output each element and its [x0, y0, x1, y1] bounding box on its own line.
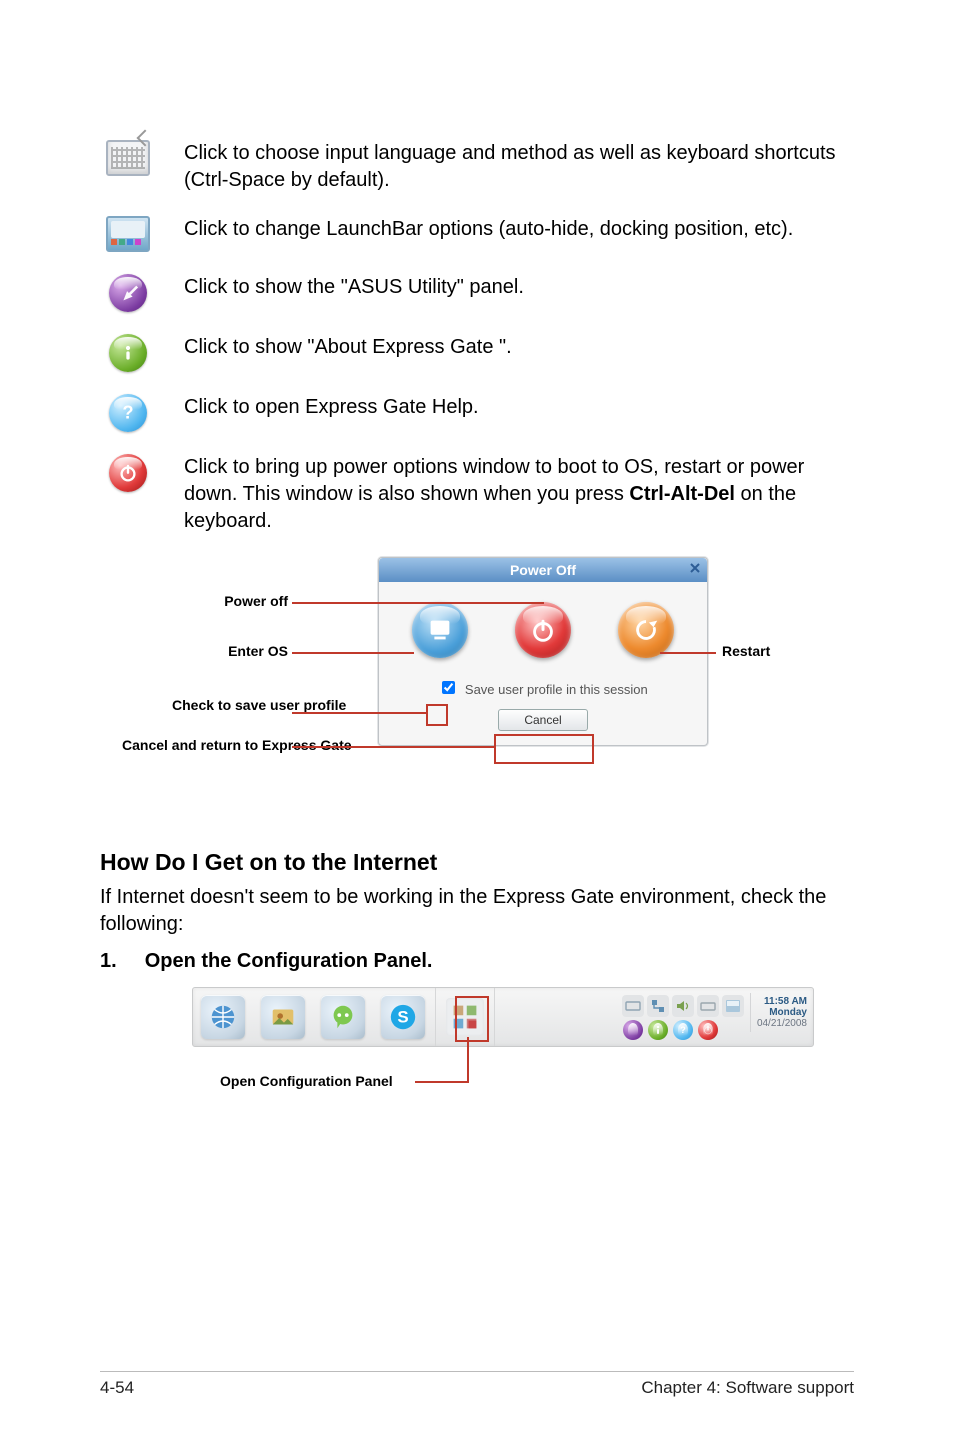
tray-info-icon[interactable]: [647, 1020, 669, 1042]
anno-enter-os: Enter OS: [196, 643, 288, 659]
close-icon[interactable]: [685, 560, 705, 580]
clock-date: 04/21/2008: [757, 1018, 807, 1029]
anno-cancel-return: Cancel and return to Express Gate: [122, 737, 288, 754]
row-help: ? Click to open Express Gate Help.: [100, 394, 854, 432]
asus-utility-icon: [100, 274, 156, 312]
save-profile-checkbox[interactable]: [442, 681, 455, 694]
asus-desc: Click to show the "ASUS Utility" panel.: [156, 274, 854, 301]
tray-spacer: [722, 1020, 744, 1042]
keyboard-icon: [100, 140, 156, 176]
clock: 11:58 AM Monday 04/21/2008: [750, 993, 807, 1032]
page-number: 4-54: [100, 1378, 134, 1398]
photo-manager-icon[interactable]: [261, 995, 305, 1039]
help-icon: ?: [100, 394, 156, 432]
tray-help-icon[interactable]: ?: [672, 1020, 694, 1042]
browser-icon[interactable]: [201, 995, 245, 1039]
tray-power-icon[interactable]: [697, 1020, 719, 1042]
power-icon: [100, 454, 156, 492]
help-desc: Click to open Express Gate Help.: [156, 394, 854, 421]
chapter-label: Chapter 4: Software support: [641, 1378, 854, 1398]
row-launchbar-options: Click to change LaunchBar options (auto-…: [100, 216, 854, 252]
about-desc: Click to show "About Express Gate ".: [156, 334, 854, 361]
svg-text:?: ?: [680, 1025, 686, 1035]
section-body: If Internet doesn't seem to be working i…: [100, 884, 854, 938]
step-1-text: Open the Configuration Panel.: [145, 950, 433, 973]
clock-day: Monday: [757, 1007, 807, 1018]
info-icon: [100, 334, 156, 372]
cancel-button[interactable]: Cancel: [498, 709, 588, 731]
anno-power-off: Power off: [196, 593, 288, 609]
tray-keyboard2-icon[interactable]: [697, 995, 719, 1017]
svg-text:?: ?: [122, 402, 133, 423]
power-off-figure: Power Off: [100, 557, 854, 817]
tray-keyboard-icon[interactable]: [622, 995, 644, 1017]
tray-launchbar-icon[interactable]: [722, 995, 744, 1017]
section-heading: How Do I Get on to the Internet: [100, 849, 854, 876]
power-off-button[interactable]: [515, 602, 571, 658]
row-about: Click to show "About Express Gate ".: [100, 334, 854, 372]
power-desc-shortcut: Ctrl-Alt-Del: [629, 483, 735, 505]
config-panel-icon[interactable]: [446, 998, 484, 1036]
save-profile-row: Save user profile in this session: [389, 678, 697, 697]
page-footer: 4-54 Chapter 4: Software support: [100, 1371, 854, 1398]
restart-button[interactable]: [618, 602, 674, 658]
launchbar: S: [192, 987, 814, 1047]
launchbar-tray: ? 11:58 AM Monday 04/21/2008: [495, 988, 813, 1046]
launchbar-desc: Click to change LaunchBar options (auto-…: [156, 216, 854, 243]
svg-text:S: S: [397, 1008, 408, 1027]
row-power: Click to bring up power options window t…: [100, 454, 854, 535]
anno-check-save: Check to save user profile: [172, 697, 288, 714]
clock-time: 11:58 AM: [757, 996, 807, 1007]
launchbar-center: [435, 988, 495, 1046]
row-asus-utility: Click to show the "ASUS Utility" panel.: [100, 274, 854, 312]
step-1-number: 1.: [100, 950, 117, 973]
power-dialog: Power Off: [378, 557, 708, 746]
language-desc: Click to choose input language and metho…: [156, 140, 854, 194]
tray-volume-icon[interactable]: [672, 995, 694, 1017]
launchbar-dock-left: S: [193, 988, 435, 1046]
power-desc: Click to bring up power options window t…: [156, 454, 854, 535]
launchbar-icon: [100, 216, 156, 252]
callout-line-config-h: [415, 1081, 469, 1083]
launchbar-figure: S: [190, 987, 854, 1047]
chat-icon[interactable]: [321, 995, 365, 1039]
launchbar-callout-label: Open Configuration Panel: [220, 1073, 393, 1089]
enter-os-button[interactable]: [412, 602, 468, 658]
anno-restart: Restart: [722, 643, 770, 659]
power-dialog-title: Power Off: [379, 558, 707, 582]
skype-icon[interactable]: S: [381, 995, 425, 1039]
step-1: 1. Open the Configuration Panel.: [100, 950, 854, 973]
callout-line-config-v: [467, 1037, 469, 1083]
tray-util-icon[interactable]: [622, 1020, 644, 1042]
save-profile-text: Save user profile in this session: [465, 682, 648, 697]
save-profile-label[interactable]: Save user profile in this session: [438, 682, 647, 697]
row-language: Click to choose input language and metho…: [100, 140, 854, 194]
tray-network-icon[interactable]: [647, 995, 669, 1017]
